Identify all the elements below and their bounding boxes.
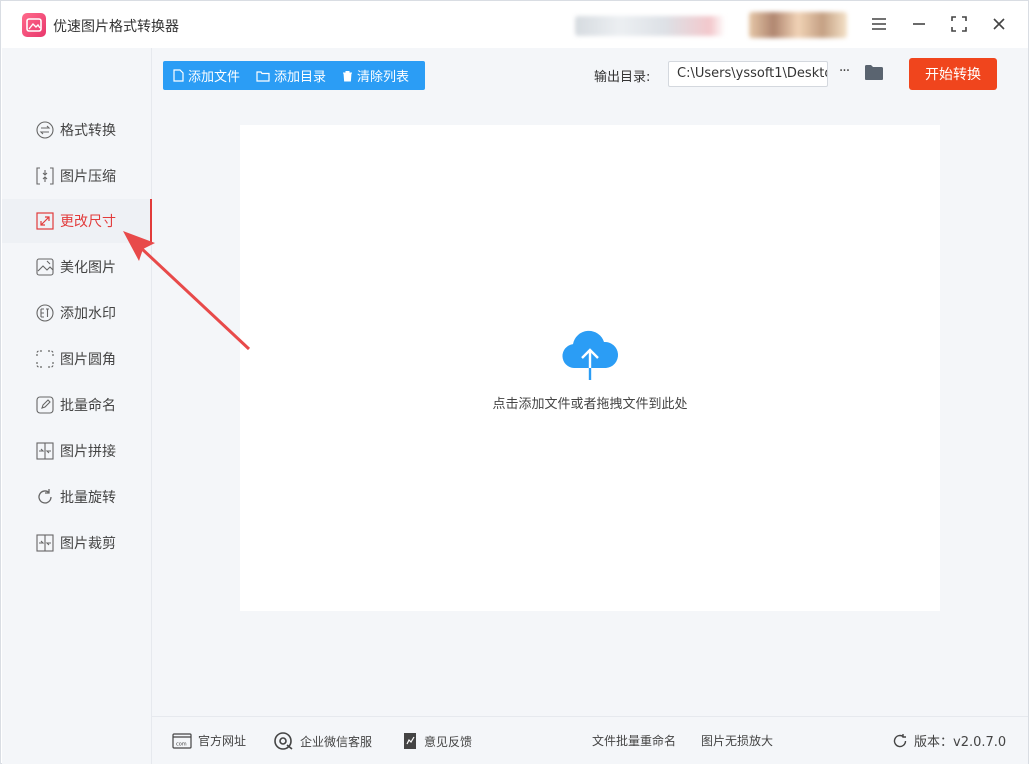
round-corner-icon bbox=[35, 349, 55, 369]
sidebar-item-crop[interactable]: 图片裁剪 bbox=[2, 521, 151, 565]
main-panel: 添加文件 添加目录 清除列表 输出目录: C:\Users\yssoft1\De… bbox=[152, 48, 1028, 716]
sidebar-item-label: 图片裁剪 bbox=[60, 536, 116, 552]
menu-icon[interactable] bbox=[866, 11, 892, 37]
sidebar-item-label: 美化图片 bbox=[60, 260, 116, 276]
sidebar-item-beautify[interactable]: 美化图片 bbox=[2, 245, 151, 289]
blurred-avatar bbox=[749, 12, 847, 38]
clear-list-button[interactable]: 清除列表 bbox=[332, 61, 415, 90]
output-path-field[interactable]: C:\Users\yssoft1\Deskto bbox=[668, 61, 828, 87]
app-logo-icon bbox=[22, 13, 46, 37]
sidebar-item-label: 添加水印 bbox=[60, 306, 116, 322]
sidebar-item-round-corner[interactable]: 图片圆角 bbox=[2, 337, 151, 381]
rotate-icon bbox=[35, 487, 55, 507]
sidebar-item-label: 图片拼接 bbox=[60, 444, 116, 460]
sidebar-item-watermark[interactable]: 添加水印 bbox=[2, 291, 151, 335]
watermark-icon bbox=[35, 303, 55, 323]
feedback-icon bbox=[404, 733, 416, 749]
sidebar-item-rename[interactable]: 批量命名 bbox=[2, 383, 151, 427]
add-folder-label: 添加目录 bbox=[274, 70, 327, 85]
website-icon: com bbox=[172, 732, 192, 749]
app-window: 优速图片格式转换器 格式转换 图片压缩 更改尺寸 美化图片 添加水印 图片圆角 … bbox=[0, 0, 1029, 764]
batch-rename-link[interactable]: 文件批量重命名 bbox=[592, 732, 676, 749]
website-label: 官方网址 bbox=[198, 734, 247, 748]
blurred-user-info bbox=[575, 16, 725, 36]
website-link[interactable]: com 官方网址 bbox=[172, 732, 246, 749]
sidebar-item-label: 图片压缩 bbox=[60, 169, 116, 185]
add-folder-button[interactable]: 添加目录 bbox=[246, 61, 332, 90]
sidebar: 格式转换 图片压缩 更改尺寸 美化图片 添加水印 图片圆角 批量命名 图片拼接 bbox=[2, 48, 152, 764]
start-convert-button[interactable]: 开始转换 bbox=[909, 58, 997, 90]
sidebar-item-label: 格式转换 bbox=[60, 123, 116, 139]
file-toolbar: 添加文件 添加目录 清除列表 bbox=[163, 61, 425, 90]
crop-icon bbox=[35, 533, 55, 553]
file-icon bbox=[173, 69, 184, 82]
status-bar: com 官方网址 企业微信客服 意见反馈 文件批量重命名 图片无损放大 版本：v… bbox=[152, 716, 1028, 764]
more-options-button[interactable]: ··· bbox=[834, 63, 854, 83]
drop-hint: 点击添加文件或者拖拽文件到此处 bbox=[492, 397, 688, 412]
sidebar-item-format-convert[interactable]: 格式转换 bbox=[2, 108, 151, 152]
sidebar-item-resize[interactable]: 更改尺寸 bbox=[2, 199, 152, 243]
beautify-icon bbox=[35, 257, 55, 277]
sidebar-item-label: 图片圆角 bbox=[60, 352, 116, 368]
trash-icon bbox=[343, 70, 353, 81]
app-title: 优速图片格式转换器 bbox=[53, 19, 179, 35]
sidebar-item-compress[interactable]: 图片压缩 bbox=[2, 154, 151, 198]
drop-zone[interactable]: 点击添加文件或者拖拽文件到此处 bbox=[240, 125, 940, 611]
clear-list-label: 清除列表 bbox=[357, 70, 410, 85]
rename-icon bbox=[35, 395, 55, 415]
open-folder-icon[interactable] bbox=[864, 64, 884, 85]
wechat-service-link[interactable]: 企业微信客服 bbox=[274, 732, 372, 750]
svg-text:com: com bbox=[176, 741, 187, 747]
minimize-icon[interactable] bbox=[906, 11, 932, 37]
refresh-icon bbox=[893, 733, 907, 747]
sidebar-item-rotate[interactable]: 批量旋转 bbox=[2, 475, 151, 519]
sidebar-item-label: 更改尺寸 bbox=[60, 214, 116, 230]
stitch-icon bbox=[35, 441, 55, 461]
folder-outline-icon bbox=[256, 70, 270, 82]
compress-icon bbox=[35, 166, 55, 186]
wechat-icon bbox=[274, 732, 293, 750]
output-dir-label: 输出目录: bbox=[594, 70, 651, 85]
lossless-zoom-link[interactable]: 图片无损放大 bbox=[701, 732, 773, 749]
add-file-button[interactable]: 添加文件 bbox=[163, 61, 246, 90]
convert-icon bbox=[35, 120, 55, 140]
sidebar-item-label: 批量命名 bbox=[60, 398, 116, 414]
sidebar-item-stitch[interactable]: 图片拼接 bbox=[2, 429, 151, 473]
close-icon[interactable] bbox=[986, 11, 1012, 37]
cloud-upload-icon bbox=[562, 330, 619, 380]
feedback-link[interactable]: 意见反馈 bbox=[402, 732, 472, 750]
sidebar-item-label: 批量旋转 bbox=[60, 490, 116, 506]
resize-icon bbox=[35, 211, 55, 231]
title-bar: 优速图片格式转换器 bbox=[1, 1, 1028, 48]
feedback-label: 意见反馈 bbox=[424, 734, 473, 749]
version-label: 版本：v2.0.7.0 bbox=[914, 735, 1007, 750]
maximize-icon[interactable] bbox=[946, 11, 972, 37]
add-file-label: 添加文件 bbox=[188, 70, 241, 85]
version-info[interactable]: 版本：v2.0.7.0 bbox=[892, 731, 1006, 750]
wechat-service-label: 企业微信客服 bbox=[300, 734, 373, 749]
